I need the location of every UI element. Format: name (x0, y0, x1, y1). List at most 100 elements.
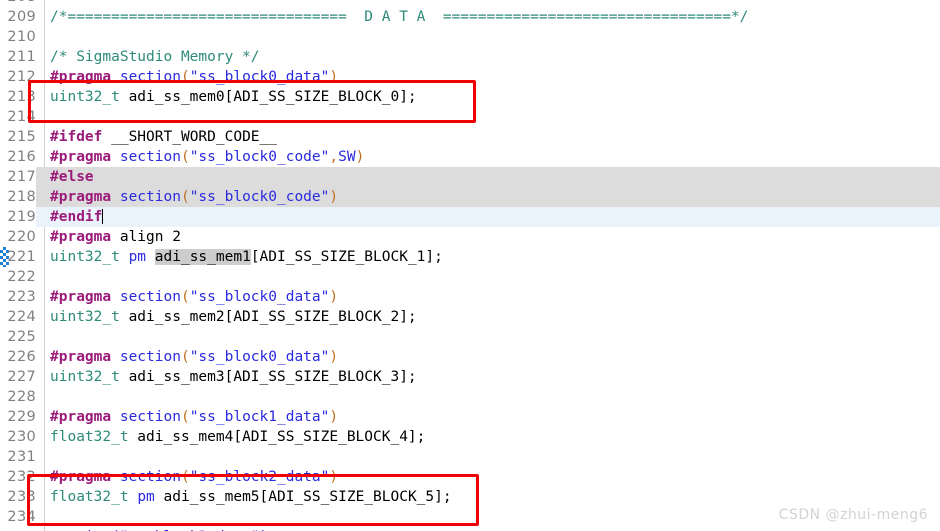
line-number: 219 (0, 207, 36, 227)
function-token: section (119, 149, 181, 165)
line-content[interactable]: #pragma section("ss_block0_code") (50, 187, 338, 207)
line-number: 227 (7, 369, 36, 385)
code-line[interactable]: 220 #pragma align 2 (0, 227, 940, 247)
preprocessor-token: #pragma (50, 149, 112, 165)
code-line[interactable]: 208 (0, 0, 940, 7)
line-number: 228 (7, 389, 36, 405)
line-content[interactable]: #pragma section("ss_block2_data") (50, 467, 338, 487)
preprocessor-token: #else (50, 169, 94, 185)
line-number: 212 (7, 69, 36, 85)
function-token: section (119, 469, 181, 485)
line-content: section("ss_block2_data") (50, 527, 268, 531)
code-line[interactable]: 214 (0, 107, 940, 127)
code-line[interactable]: 216 #pragma section("ss_block0_code",SW) (0, 147, 940, 167)
comment-token: /* SigmaStudio Memory */ (50, 49, 260, 65)
string-token: "ss_block2_data" (189, 469, 330, 485)
line-content[interactable]: uint32_t adi_ss_mem2[ADI_SS_SIZE_BLOCK_2… (50, 307, 417, 327)
line-number: 232 (7, 469, 36, 485)
code-line[interactable]: 210 (0, 27, 940, 47)
function-token: section (119, 409, 181, 425)
line-number: 215 (7, 129, 36, 145)
line-content[interactable]: uint32_t adi_ss_mem3[ADI_SS_SIZE_BLOCK_3… (50, 367, 417, 387)
code-editor[interactable]: 208 209 /*==============================… (0, 0, 940, 531)
function-token: section (119, 189, 181, 205)
string-token: "ss_block0_code" (189, 189, 330, 205)
preprocessor-token: #pragma (50, 289, 112, 305)
line-content[interactable]: #pragma section("ss_block0_data") (50, 67, 338, 87)
code-line[interactable]: 221 uint32_t pm adi_ss_mem1[ADI_SS_SIZE_… (0, 247, 940, 267)
code-line[interactable]: 227 uint32_t adi_ss_mem3[ADI_SS_SIZE_BLO… (0, 367, 940, 387)
preprocessor-token: #endif (50, 209, 103, 225)
line-content[interactable]: #pragma section("ss_block0_data") (50, 347, 338, 367)
line-number: 211 (7, 49, 36, 65)
function-token: section (119, 349, 181, 365)
code-line[interactable]: 218 #pragma section("ss_block0_code") (0, 187, 940, 207)
line-content[interactable]: #endif (50, 207, 104, 227)
code-line[interactable]: 209 /*================================ D… (0, 7, 940, 27)
code-line[interactable]: 230 float32_t adi_ss_mem4[ADI_SS_SIZE_BL… (0, 427, 940, 447)
line-content[interactable]: /*================================ D A T… (50, 7, 748, 27)
line-number: 234 (7, 509, 36, 525)
line-number: 221 (7, 249, 36, 265)
line-content[interactable]: #pragma align 2 (50, 227, 181, 247)
code-line[interactable]: 223 #pragma section("ss_block0_data") (0, 287, 940, 307)
line-number: 229 (7, 409, 36, 425)
line-content[interactable]: float32_t pm adi_ss_mem5[ADI_SS_SIZE_BLO… (50, 487, 452, 507)
line-number: 220 (7, 229, 36, 245)
code-line[interactable]: 225 (0, 327, 940, 347)
line-number: 222 (7, 269, 36, 285)
line-content[interactable]: #pragma section("ss_block0_code",SW) (50, 147, 364, 167)
watermark-text: CSDN @zhui-meng6 (778, 507, 928, 523)
line-number: 226 (7, 349, 36, 365)
line-number: 216 (7, 149, 36, 165)
code-line[interactable]: 212 #pragma section("ss_block0_data") (0, 67, 940, 87)
code-line[interactable]: 222 (0, 267, 940, 287)
code-line[interactable]: 232 #pragma section("ss_block2_data") (0, 467, 940, 487)
code-line[interactable]: 233 float32_t pm adi_ss_mem5[ADI_SS_SIZE… (0, 487, 940, 507)
preprocessor-token: #ifdef (50, 129, 103, 145)
line-content[interactable]: uint32_t adi_ss_mem0[ADI_SS_SIZE_BLOCK_0… (50, 87, 417, 107)
line-content[interactable]: float32_t adi_ss_mem4[ADI_SS_SIZE_BLOCK_… (50, 427, 425, 447)
code-line[interactable]: 229 #pragma section("ss_block1_data") (0, 407, 940, 427)
line-content[interactable]: /* SigmaStudio Memory */ (50, 47, 260, 67)
line-content[interactable]: #pragma section("ss_block0_data") (50, 287, 338, 307)
code-lines-container[interactable]: 208 209 /*==============================… (0, 0, 940, 531)
code-line[interactable]: 224 uint32_t adi_ss_mem2[ADI_SS_SIZE_BLO… (0, 307, 940, 327)
preprocessor-token: #pragma (50, 229, 112, 245)
comment-token: /*================================ D A T… (50, 9, 749, 25)
keyword-token: pm (128, 249, 147, 265)
line-content[interactable]: #ifdef __SHORT_WORD_CODE__ (50, 127, 277, 147)
code-line[interactable]: 226 #pragma section("ss_block0_data") (0, 347, 940, 367)
string-token: "ss_block0_code" (189, 149, 330, 165)
code-line[interactable]: section("ss_block2_data") (0, 527, 940, 531)
function-token: section (119, 69, 181, 85)
code-line[interactable]: 228 (0, 387, 940, 407)
type-token: uint32_t (50, 369, 120, 385)
code-line-current[interactable]: 219 #endif (0, 207, 940, 227)
line-content[interactable]: #pragma section("ss_block1_data") (50, 407, 338, 427)
keyword-token: pm (137, 489, 155, 505)
code-line[interactable]: 231 (0, 447, 940, 467)
line-number: 213 (7, 89, 36, 105)
line-content[interactable]: #else (50, 167, 94, 187)
code-line[interactable]: 217 #else (0, 167, 940, 187)
line-number: 230 (7, 429, 36, 445)
type-token: uint32_t (50, 309, 120, 325)
line-number: 218 (0, 187, 36, 207)
selected-identifier[interactable]: adi_ss_mem1 (154, 249, 251, 265)
line-number: 233 (7, 489, 36, 505)
preprocessor-token: #pragma (50, 409, 112, 425)
code-line[interactable]: 213 uint32_t adi_ss_mem0[ADI_SS_SIZE_BLO… (0, 87, 940, 107)
line-number: 209 (7, 9, 36, 25)
string-token: "ss_block0_data" (189, 349, 330, 365)
string-token: "ss_block1_data" (189, 409, 330, 425)
line-number: 225 (7, 329, 36, 345)
function-token: section (119, 289, 181, 305)
type-token: uint32_t (50, 249, 120, 265)
line-number: 214 (7, 109, 36, 125)
line-content[interactable]: uint32_t pm adi_ss_mem1[ADI_SS_SIZE_BLOC… (50, 247, 443, 267)
string-token: "ss_block0_data" (189, 69, 330, 85)
code-line[interactable]: 211 /* SigmaStudio Memory */ (0, 47, 940, 67)
code-line[interactable]: 215 #ifdef __SHORT_WORD_CODE__ (0, 127, 940, 147)
line-number: 223 (7, 289, 36, 305)
